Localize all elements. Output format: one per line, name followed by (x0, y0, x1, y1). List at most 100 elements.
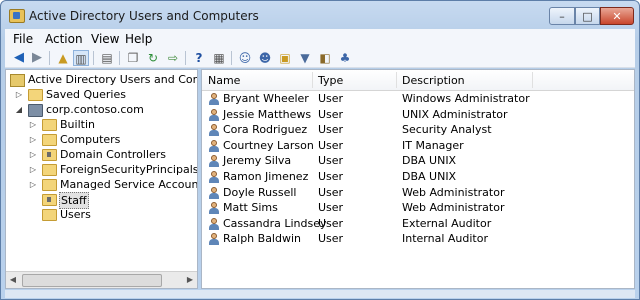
minimize-button[interactable]: – (549, 7, 575, 25)
column-divider[interactable] (312, 72, 313, 88)
cell-type: User (318, 154, 344, 168)
cell-type: User (318, 123, 344, 137)
delegate-icon[interactable]: ♣ (337, 50, 353, 66)
cell-description: DBA UNIX (402, 154, 457, 168)
new-ou-icon[interactable]: ▣ (277, 50, 293, 66)
toolbar-separator (231, 51, 232, 65)
maximize-button[interactable]: □ (575, 7, 600, 25)
tree-item-label[interactable]: Saved Queries (46, 87, 126, 102)
table-row[interactable]: Doyle Russell User Web Administrator (202, 185, 634, 201)
menu-view[interactable]: View (91, 32, 119, 46)
new-user-icon[interactable]: ☺ (237, 50, 253, 66)
close-button[interactable]: ✕ (600, 7, 634, 25)
expand-icon[interactable]: ▷ (28, 147, 38, 162)
aduc-app-icon[interactable] (9, 9, 25, 23)
cell-description: External Auditor (402, 216, 492, 230)
cell-type: User (318, 185, 344, 199)
ou-folder-icon (42, 149, 57, 161)
table-row[interactable]: Jessie Matthews User UNIX Administrator (202, 107, 634, 123)
scroll-right-icon[interactable]: ▶ (183, 272, 197, 288)
column-header-description[interactable]: Description (402, 74, 465, 87)
cell-type: User (318, 232, 344, 246)
user-icon (208, 217, 220, 230)
cell-type: User (318, 201, 344, 215)
tree-item-label[interactable]: Domain Controllers (60, 147, 166, 162)
properties-icon[interactable]: ▤ (99, 50, 115, 66)
tree-item-label[interactable]: Builtin (60, 117, 95, 132)
toolbar-separator (185, 51, 186, 65)
cell-description: Internal Auditor (402, 232, 488, 246)
back-icon[interactable]: ◀ (11, 50, 27, 66)
cell-name: Cora Rodriguez (223, 123, 308, 137)
console-tree[interactable]: Active Directory Users and Computers ▷ S… (5, 69, 198, 289)
table-row[interactable]: Cassandra Lindsey User External Auditor (202, 216, 634, 232)
cell-name: Cassandra Lindsey (223, 216, 327, 230)
folder-icon (42, 164, 57, 176)
user-icon (208, 93, 220, 105)
filter-icon[interactable]: ▼ (297, 50, 313, 66)
export-list-icon[interactable]: ⇨ (165, 50, 181, 66)
ou-folder-icon (42, 194, 57, 206)
expand-icon[interactable]: ▷ (14, 87, 24, 102)
cell-name: Matt Sims (223, 201, 278, 215)
column-divider[interactable] (396, 72, 397, 88)
tree-horizontal-scrollbar[interactable]: ◀ ▶ (6, 271, 197, 288)
collapse-icon[interactable]: ◢ (14, 102, 24, 117)
cell-name: Jeremy Silva (223, 154, 292, 168)
add-to-group-icon[interactable]: ◧ (317, 50, 333, 66)
column-divider[interactable] (532, 72, 533, 88)
cell-description: DBA UNIX (402, 170, 457, 183)
tree-root-label[interactable]: Active Directory Users and Computers (28, 72, 197, 87)
cell-description: UNIX Administrator (402, 107, 508, 121)
tree-item-label[interactable]: Computers (60, 132, 120, 147)
help-icon[interactable]: ? (191, 50, 207, 66)
table-row[interactable]: Jeremy Silva User DBA UNIX (202, 153, 634, 169)
menu-file[interactable]: File (13, 32, 33, 46)
up-folder-icon[interactable]: ▲ (55, 50, 71, 66)
title-bar[interactable]: Active Directory Users and Computers – □… (1, 1, 639, 29)
menu-help[interactable]: Help (125, 32, 152, 46)
forward-icon[interactable]: ▶ (29, 50, 45, 66)
cell-name: Ralph Baldwin (223, 232, 301, 246)
table-row[interactable]: Cora Rodriguez User Security Analyst (202, 122, 634, 138)
folder-icon (28, 89, 43, 101)
tree-item-label[interactable]: corp.contoso.com (46, 102, 144, 117)
expand-icon[interactable]: ▷ (28, 162, 38, 177)
tree-item-label[interactable]: Managed Service Accounts (60, 177, 197, 192)
tree-item-label[interactable]: Users (60, 207, 91, 222)
menu-bar: File Action View Help (5, 29, 635, 49)
expand-icon[interactable]: ▷ (28, 132, 38, 147)
column-header-name[interactable]: Name (208, 74, 240, 87)
show-hide-tree-icon[interactable]: ▥ (73, 50, 89, 66)
cell-type: User (318, 170, 344, 183)
user-icon (208, 233, 220, 246)
copy-icon[interactable]: ❐ (125, 50, 141, 66)
results-list[interactable]: Name Type Description Bryant Wheeler User… (201, 69, 635, 289)
column-header-type[interactable]: Type (318, 74, 343, 87)
folder-icon (42, 134, 57, 146)
expand-icon[interactable]: ▷ (28, 117, 38, 132)
refresh-icon[interactable]: ↻ (145, 50, 161, 66)
tree-item-label[interactable]: ForeignSecurityPrincipals (60, 162, 197, 177)
user-icon (208, 186, 220, 199)
cell-name: Ramon Jimenez (223, 170, 309, 183)
toolbar-separator (93, 51, 94, 65)
user-icon (208, 171, 220, 183)
toolbar-separator (119, 51, 120, 65)
table-row[interactable]: Ramon Jimenez User DBA UNIX (202, 169, 634, 185)
cell-name: Jessie Matthews (223, 107, 312, 121)
table-row[interactable]: Matt Sims User Web Administrator (202, 200, 634, 216)
folder-icon (42, 119, 57, 131)
folder-icon (42, 179, 57, 191)
table-row[interactable]: Ralph Baldwin User Internal Auditor (202, 231, 634, 247)
table-row[interactable]: Bryant Wheeler User Windows Administrator (202, 91, 634, 107)
expand-icon[interactable]: ▷ (28, 177, 38, 192)
menu-action[interactable]: Action (45, 32, 83, 46)
new-group-icon[interactable]: ☻ (257, 50, 273, 66)
toolbar-separator (49, 51, 50, 65)
scroll-left-icon[interactable]: ◀ (6, 272, 20, 288)
status-bar (5, 290, 635, 298)
table-row[interactable]: Courtney Larson User IT Manager (202, 138, 634, 154)
scrollbar-thumb[interactable] (22, 274, 162, 287)
mmc-icon[interactable]: ▦ (211, 50, 227, 66)
